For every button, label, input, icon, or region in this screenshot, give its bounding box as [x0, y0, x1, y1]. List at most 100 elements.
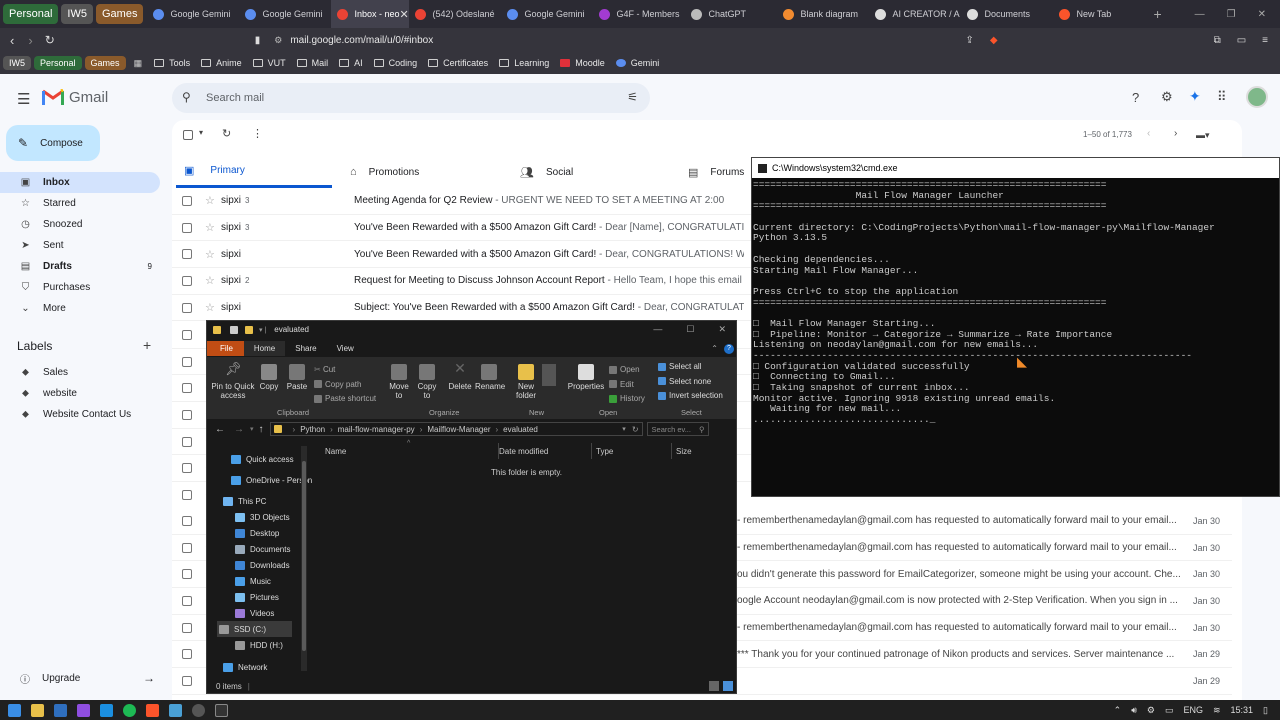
- search-bar[interactable]: ⚲ Search mail ⚟: [172, 83, 650, 113]
- delete-button[interactable]: ✕ Delete: [447, 361, 473, 391]
- help-icon[interactable]: ?: [724, 343, 734, 354]
- row-checkbox[interactable]: [182, 676, 192, 687]
- battery-icon[interactable]: ▭: [1165, 705, 1174, 716]
- bookmark-anime[interactable]: Anime: [201, 58, 242, 68]
- cmd-window[interactable]: C:\Windows\system32\cmd.exe ============…: [751, 157, 1280, 497]
- share-icon[interactable]: ⇪: [965, 35, 973, 46]
- tab-group-personal[interactable]: Personal: [3, 4, 59, 24]
- vscode-taskbar-icon[interactable]: [100, 703, 113, 717]
- file-explorer-taskbar-icon[interactable]: [31, 703, 44, 717]
- new-item-icon[interactable]: [542, 364, 556, 386]
- bookmark-tools[interactable]: Tools: [154, 58, 190, 68]
- nav-tree-item[interactable]: Quick access: [231, 451, 294, 467]
- close-window-icon[interactable]: ✕: [1258, 9, 1266, 20]
- bookmark-certificates[interactable]: Certificates: [428, 58, 488, 68]
- sidebar-icon[interactable]: ▭: [1237, 35, 1246, 46]
- col-name[interactable]: Name: [325, 447, 346, 456]
- filter-options-icon[interactable]: ⚟: [627, 90, 638, 104]
- row-checkbox[interactable]: [182, 302, 192, 313]
- brave-taskbar-icon[interactable]: [146, 703, 159, 717]
- bookmark-group-games[interactable]: Games: [84, 56, 126, 70]
- cmd-output[interactable]: ========================================…: [752, 178, 1279, 426]
- select-all-button[interactable]: Select all: [658, 360, 723, 375]
- explorer-titlebar[interactable]: ▾ | evaluated — ☐ ✕: [207, 321, 736, 338]
- wifi-icon[interactable]: ≋: [1213, 705, 1221, 716]
- browser-tab[interactable]: Google Gemini: [501, 0, 593, 28]
- reload-icon[interactable]: ↻: [45, 33, 55, 47]
- sidebar-item-purchases[interactable]: ⛉ Purchases: [0, 277, 160, 298]
- select-all-checkbox[interactable]: [183, 130, 193, 140]
- tab-group-iw5[interactable]: IW5: [61, 4, 93, 24]
- explorer-forward-icon[interactable]: →: [234, 424, 244, 435]
- notepad-taskbar-icon[interactable]: [169, 703, 182, 717]
- more-vert-icon[interactable]: ⋮: [252, 127, 263, 140]
- main-menu-icon[interactable]: ☰: [17, 90, 30, 108]
- row-checkbox[interactable]: [182, 409, 192, 420]
- label-item[interactable]: ⬥ Sales: [0, 362, 160, 383]
- pin-quick-access-button[interactable]: 📌︎ Pin to Quick access: [211, 362, 255, 400]
- bookmark-coding[interactable]: Coding: [373, 58, 417, 68]
- ribbon-collapse-icon[interactable]: ⌃: [711, 344, 724, 353]
- bookmark-group-personal[interactable]: Personal: [34, 56, 82, 70]
- menu-icon[interactable]: ≡: [1262, 35, 1268, 46]
- restore-icon[interactable]: ❐: [1227, 9, 1236, 20]
- extensions-icon[interactable]: ⧉: [1214, 35, 1221, 46]
- new-folder-qa-icon[interactable]: [245, 325, 253, 334]
- gemini-sparkle-icon[interactable]: ✦: [1189, 88, 1201, 105]
- copy-to-button[interactable]: Copy to: [415, 364, 439, 400]
- browser-tab[interactable]: Inbox - neo ✕: [331, 0, 410, 28]
- copy-path-button[interactable]: Copy path: [314, 378, 376, 393]
- row-checkbox[interactable]: [182, 329, 192, 340]
- col-date-modified[interactable]: Date modified: [499, 447, 548, 456]
- settings-gear-icon[interactable]: ⚙: [1161, 89, 1173, 105]
- site-settings-icon[interactable]: ⚙: [274, 35, 282, 46]
- row-checkbox[interactable]: [182, 622, 192, 633]
- cut-button[interactable]: ✂ Cut: [314, 363, 376, 378]
- file-explorer-window[interactable]: ▾ | evaluated — ☐ ✕ File Home Share View…: [206, 320, 737, 694]
- bookmark-group-iw5[interactable]: IW5: [3, 56, 32, 70]
- browser-tab[interactable]: ChatGPT: [685, 0, 777, 28]
- github-taskbar-icon[interactable]: [192, 703, 205, 717]
- select-dropdown-icon[interactable]: ▾: [199, 128, 203, 137]
- nav-tree-item[interactable]: Desktop: [235, 525, 279, 541]
- star-icon[interactable]: ☆: [205, 274, 215, 287]
- history-button[interactable]: History: [609, 392, 645, 407]
- browser-tab[interactable]: (542) Odeslané: [409, 0, 501, 28]
- paste-shortcut-button[interactable]: Paste shortcut: [314, 392, 376, 407]
- view-tab[interactable]: View: [327, 341, 364, 356]
- row-checkbox[interactable]: [182, 249, 192, 260]
- explorer-maximize-icon[interactable]: ☐: [686, 324, 694, 335]
- terminal-taskbar-icon[interactable]: [54, 703, 67, 717]
- url-field[interactable]: mail.google.com/mail/u/0/#inbox: [290, 35, 433, 46]
- bookmark-moodle[interactable]: Moodle: [560, 58, 605, 68]
- nav-scrollbar[interactable]: [301, 446, 307, 671]
- nav-tree-item[interactable]: Downloads: [235, 557, 290, 573]
- new-folder-button[interactable]: New folder: [512, 364, 540, 400]
- properties-qa-icon[interactable]: [230, 325, 238, 334]
- forward-icon[interactable]: ›: [28, 33, 32, 48]
- share-tab[interactable]: Share: [285, 341, 326, 356]
- row-checkbox[interactable]: [182, 436, 192, 447]
- sidebar-item-inbox[interactable]: ▣ Inbox: [0, 172, 160, 193]
- gmail-logo-icon[interactable]: [42, 88, 64, 105]
- star-icon[interactable]: ☆: [205, 248, 215, 261]
- row-checkbox[interactable]: [182, 542, 192, 553]
- account-avatar[interactable]: [1246, 86, 1268, 108]
- nav-scrollbar-thumb[interactable]: [302, 461, 306, 651]
- star-icon[interactable]: ☆: [205, 301, 215, 314]
- col-size[interactable]: Size: [676, 447, 692, 456]
- back-icon[interactable]: ‹: [10, 33, 14, 48]
- path-segment[interactable]: mail-flow-manager-py: [338, 425, 415, 434]
- sidebar-item-more[interactable]: ⌄ More: [0, 298, 160, 319]
- row-checkbox[interactable]: [182, 195, 192, 206]
- browser-tab[interactable]: Google Gemini: [147, 0, 239, 28]
- minimize-icon[interactable]: —: [1195, 9, 1205, 20]
- cmd-titlebar[interactable]: C:\Windows\system32\cmd.exe: [752, 158, 1279, 178]
- sidebar-item-starred[interactable]: ☆ Starred: [0, 193, 160, 214]
- copy-button[interactable]: Copy: [258, 364, 280, 391]
- visual-studio-taskbar-icon[interactable]: [77, 703, 90, 717]
- sidebar-item-snoozed[interactable]: ◷ Snoozed: [0, 214, 160, 235]
- close-tab-icon[interactable]: ✕: [399, 8, 408, 21]
- file-menu[interactable]: File: [207, 341, 244, 356]
- sidebar-item-drafts[interactable]: ▤ Drafts 9: [0, 256, 160, 277]
